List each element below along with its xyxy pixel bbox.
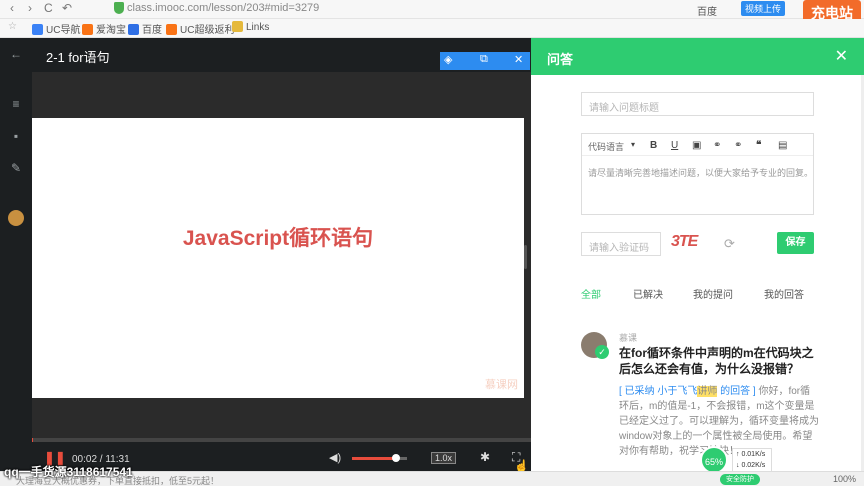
- adopted-prefix: [ 已采纳: [619, 386, 658, 397]
- slide-watermark: 慕课网: [485, 379, 518, 391]
- video-title: 2-1 for语句: [46, 50, 110, 65]
- edit-icon[interactable]: ✎: [8, 160, 24, 176]
- teacher-badge: 讲师: [697, 386, 718, 397]
- bookmark-label: Links: [246, 22, 270, 33]
- bookmark-icon: [166, 24, 177, 35]
- close-icon[interactable]: ✕: [514, 53, 523, 66]
- speed-box: ↑ 0.01K/s ↓ 0.02K/s: [732, 448, 772, 472]
- bookmark-label: 爱淘宝: [96, 25, 126, 36]
- captcha-placeholder: 请输入验证码: [589, 243, 649, 254]
- qa-title: 问答: [547, 52, 574, 67]
- security-badge[interactable]: 安全防护: [720, 474, 760, 485]
- captcha-input[interactable]: 请输入验证码: [581, 232, 661, 256]
- bookmark-icon: [32, 24, 43, 35]
- settings-icon[interactable]: ✱: [480, 450, 490, 464]
- video-slide: JavaScript循环语句 慕课网: [32, 118, 524, 398]
- address-bar: ‹ › C ↶ class.imooc.com/lesson/203#mid=3…: [0, 0, 864, 19]
- bookmark-label: 百度: [142, 25, 162, 36]
- star-icon[interactable]: ☆: [8, 21, 17, 32]
- bookmark-item[interactable]: 百度: [128, 21, 162, 36]
- progress-fill: [32, 438, 34, 442]
- body-placeholder: 请尽量清晰完善地描述问题，以便大家给予专业的回复。: [588, 168, 814, 178]
- adopted-suffix: 的回答 ]: [717, 386, 756, 397]
- tab-resolved[interactable]: 已解决: [633, 286, 663, 301]
- volume-icon[interactable]: ◀): [329, 451, 341, 464]
- qq-watermark: qq一手货源3118617541: [4, 465, 133, 479]
- bold-icon[interactable]: B: [650, 140, 657, 151]
- video-header: 2-1 for语句 ◈ ⧉ ✕: [32, 38, 531, 72]
- title-placeholder: 请输入问题标题: [589, 103, 659, 114]
- check-icon: ✓: [595, 345, 609, 359]
- bookmark-item[interactable]: Links: [232, 21, 269, 33]
- question-editor[interactable]: 代码语言 ▾ B U ▣ ⚭ ⚭ ❝ ▤ 请尽量清晰完善地描述问题，以便大家给予…: [581, 133, 814, 215]
- bookmark-item[interactable]: 爱淘宝: [82, 21, 126, 36]
- progress-bar[interactable]: [32, 438, 531, 442]
- bookmark-label: UC超级返利: [180, 25, 235, 36]
- forward-icon[interactable]: ›: [28, 1, 32, 15]
- folder-icon: [232, 21, 243, 32]
- adopter-name[interactable]: 小于飞飞: [657, 386, 697, 397]
- arrow-left-icon[interactable]: ←: [8, 46, 24, 62]
- shield-icon: [114, 2, 124, 14]
- video-player[interactable]: JavaScript循环语句 慕课网: [32, 72, 531, 438]
- bookmark-item[interactable]: UC超级返利: [166, 21, 234, 36]
- captcha-image[interactable]: 3TE: [671, 233, 707, 255]
- question-title[interactable]: 在for循环条件中声明的m在代码块之后怎么还会有值，为什么没报错？: [619, 345, 819, 377]
- code-language-select[interactable]: 代码语言: [588, 140, 624, 153]
- left-rail: ← ≡ ▪ ✎: [0, 38, 32, 471]
- bookmark-icon: [128, 24, 139, 35]
- upload-speed: ↑ 0.01K/s: [736, 451, 766, 458]
- underline-icon[interactable]: U: [671, 140, 678, 151]
- tab-all[interactable]: 全部: [581, 286, 601, 301]
- refresh-icon[interactable]: ⟳: [724, 236, 735, 252]
- download-speed: ↓ 0.02K/s: [736, 462, 766, 469]
- pip-icon[interactable]: ◈: [444, 53, 452, 66]
- list-icon[interactable]: ≡: [8, 96, 24, 112]
- avatar[interactable]: [8, 210, 24, 226]
- splitter-handle[interactable]: [524, 245, 527, 269]
- url-field[interactable]: class.imooc.com/lesson/203#mid=3279: [127, 2, 319, 14]
- float-controls: ◈ ⧉ ✕: [440, 52, 530, 70]
- qa-panel: 请输入问题标题 代码语言 ▾ B U ▣ ⚭ ⚭ ❝ ▤ 请尽量清晰完善地描述问…: [531, 75, 864, 471]
- download-speed-value: 0.02K/s: [741, 462, 766, 469]
- volume-knob[interactable]: [392, 454, 400, 462]
- link-icon[interactable]: ⚭: [713, 140, 721, 151]
- code-block-icon[interactable]: ▤: [778, 140, 787, 151]
- search-engine-label[interactable]: 百度: [697, 3, 717, 18]
- playback-rate[interactable]: 1.0x: [431, 452, 457, 464]
- network-speed-widget[interactable]: 65% ↑ 0.01K/s ↓ 0.02K/s: [700, 446, 772, 474]
- chat-icon[interactable]: ▪: [8, 128, 24, 144]
- tab-my-answers[interactable]: 我的回答: [764, 286, 804, 301]
- zoom-level[interactable]: 100%: [833, 474, 856, 484]
- reload-icon[interactable]: C: [44, 1, 53, 15]
- unlink-icon[interactable]: ⚭: [734, 140, 742, 151]
- tab-my-questions[interactable]: 我的提问: [693, 286, 733, 301]
- upload-speed-value: 0.01K/s: [741, 451, 766, 458]
- qa-header: 问答 ✕: [531, 38, 864, 75]
- close-icon[interactable]: ✕: [835, 46, 848, 66]
- back-icon[interactable]: ‹: [10, 1, 14, 15]
- image-icon[interactable]: ▣: [692, 140, 701, 151]
- question-title-input[interactable]: 请输入问题标题: [581, 92, 814, 116]
- undo-icon[interactable]: ↶: [62, 1, 72, 15]
- speed-percent: 65%: [700, 446, 728, 474]
- editor-toolbar: 代码语言 ▾ B U ▣ ⚭ ⚭ ❝ ▤: [582, 134, 813, 156]
- bookmark-label: UC导航: [46, 25, 81, 36]
- bookmark-item[interactable]: UC导航: [32, 21, 80, 36]
- slide-heading: JavaScript循环语句: [182, 227, 374, 250]
- question-author[interactable]: 慕课: [619, 331, 637, 344]
- bookmarks-bar: ☆ UC导航 爱淘宝 百度 UC超级返利 Links: [0, 19, 864, 38]
- popout-icon[interactable]: ⧉: [480, 53, 488, 66]
- save-button[interactable]: 保存: [777, 232, 814, 254]
- quote-icon[interactable]: ❝: [756, 140, 761, 151]
- chevron-down-icon[interactable]: ▾: [631, 140, 635, 149]
- bookmark-icon: [82, 24, 93, 35]
- volume-fill: [352, 457, 396, 460]
- volume-slider[interactable]: [352, 454, 407, 462]
- upload-button[interactable]: 视频上传: [741, 1, 786, 16]
